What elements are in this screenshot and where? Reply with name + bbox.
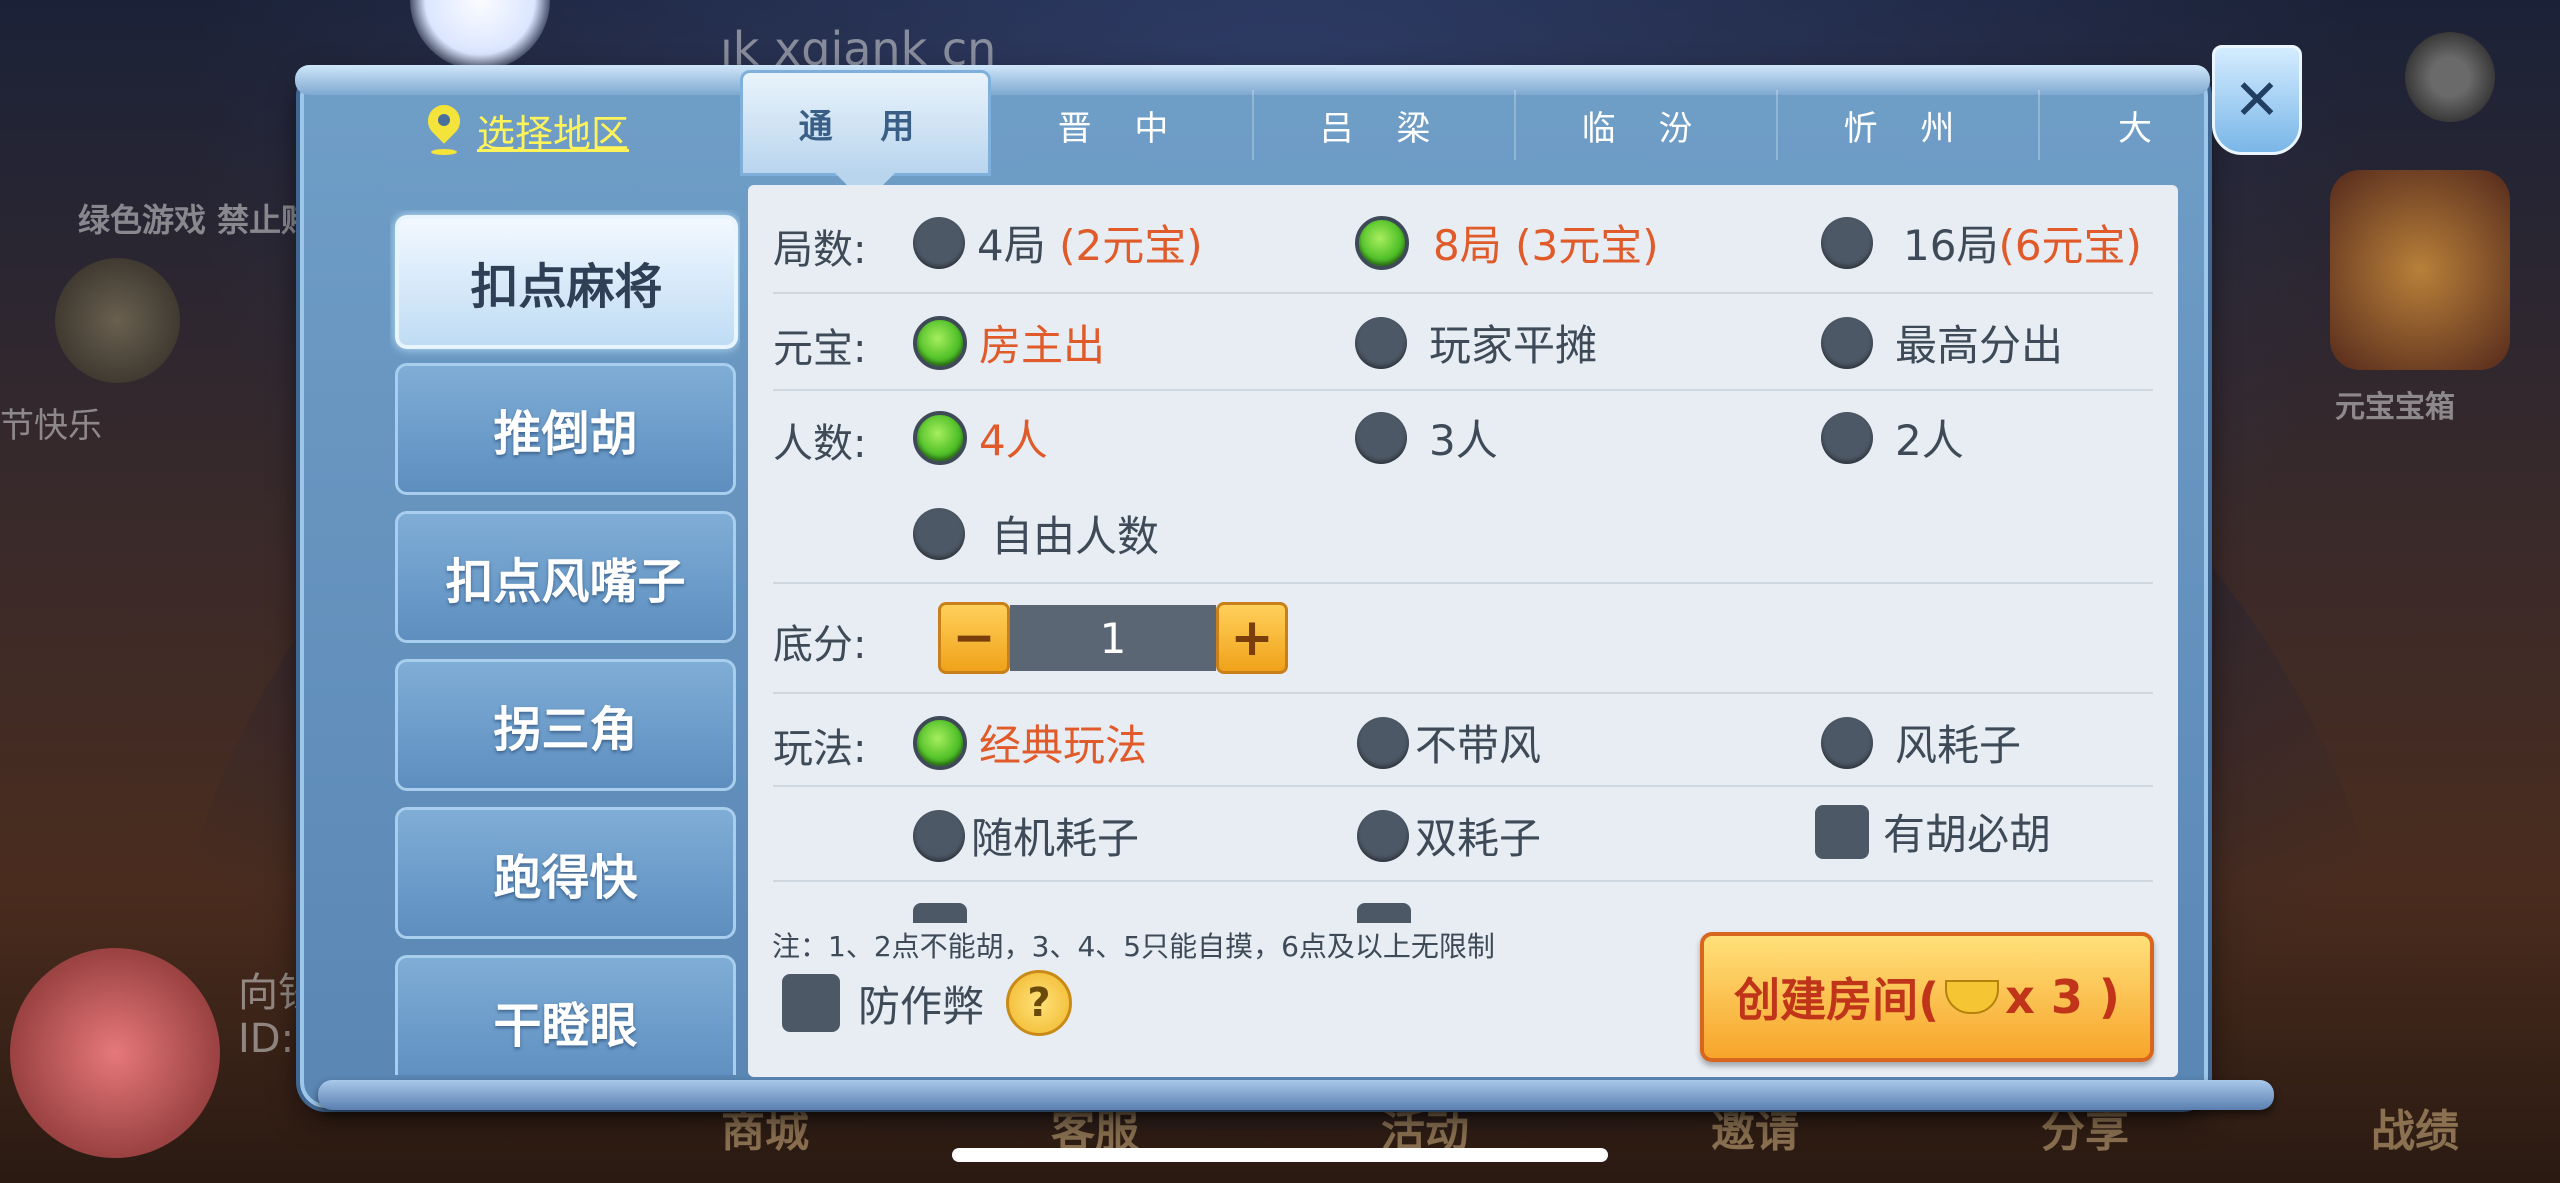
- tab-general[interactable]: 通 用: [740, 70, 991, 203]
- play-style-option-classic[interactable]: 经典玩法: [913, 712, 1147, 773]
- checkbox-icon: [782, 974, 840, 1032]
- players-option-4[interactable]: 4人: [913, 407, 1048, 468]
- base-score-value: 1: [1010, 605, 1216, 671]
- play-style-option-no-wind[interactable]: 不带风: [1357, 712, 1541, 773]
- clipped-options-row: [773, 903, 2153, 923]
- payment-option-highest[interactable]: 最高分出: [1821, 312, 2063, 373]
- radio-selected-icon: [1355, 215, 1409, 270]
- gold-ingot-icon: [1945, 980, 2000, 1014]
- tab-jinzhong[interactable]: 晋 中: [990, 90, 1254, 160]
- tab-linfen[interactable]: 临 汾: [1514, 90, 1778, 160]
- radio-icon: [913, 507, 965, 560]
- base-score-label: 底分:: [773, 622, 867, 668]
- rounds-row: 局数: 4局 (2元宝) 8局 (3元宝) 16局 (6元宝): [773, 185, 2153, 294]
- checkbox-icon[interactable]: [1357, 903, 1411, 923]
- dialog-bottom-rod: [318, 1080, 2274, 1110]
- game-item-koudian-fengzuizi[interactable]: 扣点风嘴子: [395, 511, 736, 643]
- payment-option-owner[interactable]: 房主出: [913, 312, 1105, 373]
- tab-xinzhou[interactable]: 忻 州: [1776, 90, 2040, 160]
- region-selector[interactable]: 选择地区: [425, 95, 629, 165]
- rounds-label: 局数:: [773, 227, 867, 273]
- payment-row: 元宝: 房主出 玩家平摊 最高分出: [773, 292, 2153, 391]
- decrement-button[interactable]: −: [938, 602, 1010, 674]
- play-style-label: 玩法:: [773, 726, 867, 772]
- checkbox-icon[interactable]: [913, 903, 967, 923]
- treasure-box-label: 元宝宝箱: [2335, 390, 2455, 425]
- game-item-paodekuai[interactable]: 跑得快: [395, 807, 736, 939]
- radio-icon: [1821, 216, 1873, 269]
- settings-gear-icon[interactable]: [2405, 32, 2495, 122]
- radio-selected-icon: [913, 410, 967, 465]
- tab-lvliang[interactable]: 吕 梁: [1252, 90, 1516, 160]
- avatar[interactable]: [10, 948, 220, 1158]
- base-score-stepper: − 1 +: [938, 602, 1288, 674]
- play-style-option-wind-haozi[interactable]: 风耗子: [1821, 712, 2021, 773]
- radio-icon: [1357, 716, 1409, 769]
- radio-icon: [1821, 316, 1873, 369]
- play-style-row: 玩法: 经典玩法 不带风 风耗子: [773, 692, 2153, 787]
- home-indicator[interactable]: [952, 1148, 1608, 1162]
- radio-icon: [913, 809, 965, 862]
- rules-note: 注：1、2点不能胡，3、4、5只能自摸，6点及以上无限制: [772, 930, 1495, 963]
- play-style-row-2: 随机耗子 双耗子 有胡必胡: [773, 785, 2153, 882]
- game-list: 扣点麻将 推倒胡 扣点风嘴子 拐三角 跑得快 干瞪眼: [390, 210, 740, 1075]
- tab-da[interactable]: 大: [2038, 90, 2198, 160]
- radio-selected-icon: [913, 315, 967, 370]
- radio-icon: [1821, 716, 1873, 769]
- anti-cheat-label: 防作弊: [858, 981, 985, 1031]
- increment-button[interactable]: +: [1216, 602, 1288, 674]
- stamp-icon[interactable]: [55, 258, 180, 383]
- players-option-3[interactable]: 3人: [1355, 407, 1498, 468]
- treasure-box-icon[interactable]: [2330, 170, 2510, 370]
- radio-selected-icon: [913, 715, 967, 770]
- close-icon: ✕: [2233, 67, 2281, 133]
- payment-option-split[interactable]: 玩家平摊: [1355, 312, 1597, 373]
- region-label[interactable]: 选择地区: [477, 103, 629, 158]
- nav-records[interactable]: 战绩: [2290, 1095, 2540, 1183]
- players-option-2[interactable]: 2人: [1821, 407, 1964, 468]
- create-room-cost: x 3 ): [2005, 970, 2120, 1024]
- checkbox-icon: [1815, 804, 1869, 859]
- game-item-gandengyan[interactable]: 干瞪眼: [395, 955, 736, 1075]
- game-item-guaisanjiao[interactable]: 拐三角: [395, 659, 736, 791]
- rounds-option-16[interactable]: 16局 (6元宝): [1821, 212, 2142, 273]
- radio-icon: [1355, 316, 1407, 369]
- radio-icon: [1821, 411, 1873, 464]
- players-row: 人数: 4人 3人 2人 自由人数: [773, 389, 2153, 584]
- players-option-free[interactable]: 自由人数: [913, 503, 1159, 564]
- close-button[interactable]: ✕: [2212, 45, 2302, 155]
- payment-label: 元宝:: [773, 326, 867, 372]
- checkbox-must-hu[interactable]: 有胡必胡: [1815, 801, 2051, 862]
- players-label: 人数:: [773, 421, 867, 467]
- base-score-row: 底分: − 1 +: [773, 582, 2153, 694]
- game-item-koudian-majiang[interactable]: 扣点麻将: [395, 215, 738, 349]
- radio-icon: [1355, 411, 1407, 464]
- create-room-label: 创建房间(: [1734, 973, 1940, 1027]
- moon-decoration: [410, 0, 550, 70]
- play-style-option-double-haozi[interactable]: 双耗子: [1357, 805, 1541, 866]
- radio-icon: [1357, 809, 1409, 862]
- radio-icon: [913, 216, 965, 269]
- region-tabs: 通 用 晋 中 吕 梁 临 汾 忻 州 大: [740, 70, 2198, 203]
- rounds-option-8[interactable]: 8局 (3元宝): [1355, 212, 1659, 273]
- rounds-option-4[interactable]: 4局 (2元宝): [913, 212, 1203, 273]
- create-room-button[interactable]: 创建房间( x 3 ): [1700, 932, 2154, 1062]
- options-panel: 局数: 4局 (2元宝) 8局 (3元宝) 16局 (6元宝) 元宝: 房主出 玩…: [748, 185, 2178, 1077]
- game-item-tuidaohu[interactable]: 推倒胡: [395, 363, 736, 495]
- background-festival-text: 节快乐: [0, 406, 102, 446]
- help-icon[interactable]: ?: [1006, 970, 1073, 1036]
- anti-cheat-option[interactable]: 防作弊 ?: [782, 970, 1073, 1036]
- play-style-option-random-haozi[interactable]: 随机耗子: [913, 805, 1139, 866]
- background-slogan: 绿色游戏 禁止赌: [78, 201, 314, 239]
- location-pin-icon: [425, 105, 463, 155]
